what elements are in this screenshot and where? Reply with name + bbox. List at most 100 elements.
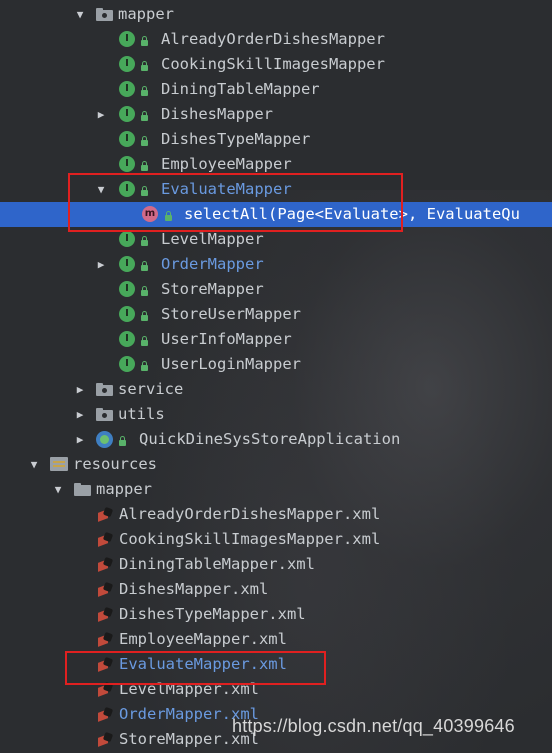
lock-icon <box>119 436 126 447</box>
tree-row-label: selectAll(Page<Evaluate>, EvaluateQu <box>184 205 520 223</box>
interface-icon: I <box>119 81 135 97</box>
tree-row-xml-file[interactable]: LevelMapper.xml <box>0 677 552 702</box>
tree-row-mapper-package[interactable]: ▼ mapper <box>0 2 552 27</box>
lock-icon <box>165 211 172 222</box>
tree-row-label: DishesTypeMapper.xml <box>119 605 306 623</box>
lock-icon <box>141 336 148 347</box>
tree-row-label: utils <box>118 405 165 423</box>
interface-icon: I <box>119 281 135 297</box>
xml-file-icon <box>97 507 113 523</box>
tree-row-dishesmapper[interactable]: ▶ I DishesMapper <box>0 102 552 127</box>
expanded-arrow-icon[interactable]: ▼ <box>94 183 108 197</box>
tree-row-label: LevelMapper <box>161 230 264 248</box>
lock-icon <box>141 311 148 322</box>
tree-row-label: DishesTypeMapper <box>161 130 311 148</box>
watermark-text: https://blog.csdn.net/qq_40399646 <box>232 716 515 736</box>
tree-row-label: DiningTableMapper <box>161 80 320 98</box>
tree-row-label: EmployeeMapper <box>161 155 292 173</box>
tree-row-xml-file[interactable]: DiningTableMapper.xml <box>0 552 552 577</box>
xml-file-icon <box>97 632 113 648</box>
tree-row-diningtablemapper[interactable]: I DiningTableMapper <box>0 77 552 102</box>
lock-icon <box>141 111 148 122</box>
xml-file-icon <box>97 582 113 598</box>
lock-icon <box>141 36 148 47</box>
tree-row-label: AlreadyOrderDishesMapper.xml <box>119 505 381 523</box>
tree-row-xml-file[interactable]: EvaluateMapper.xml <box>0 652 552 677</box>
collapsed-arrow-icon[interactable]: ▶ <box>94 258 108 272</box>
xml-file-icon <box>97 682 113 698</box>
tree-row-employeemapper[interactable]: I EmployeeMapper <box>0 152 552 177</box>
tree-row-label: resources <box>73 455 157 473</box>
tree-row-label: EmployeeMapper.xml <box>119 630 287 648</box>
tree-row-evaluatemapper[interactable]: ▼ I EvaluateMapper <box>0 177 552 202</box>
interface-icon: I <box>119 156 135 172</box>
tree-row-xml-file[interactable]: EmployeeMapper.xml <box>0 627 552 652</box>
tree-row-label: UserInfoMapper <box>161 330 292 348</box>
expanded-arrow-icon[interactable]: ▼ <box>51 483 65 497</box>
xml-file-icon <box>97 532 113 548</box>
interface-icon: I <box>119 56 135 72</box>
tree-row-userinfomapper[interactable]: I UserInfoMapper <box>0 327 552 352</box>
tree-row-label: UserLoginMapper <box>161 355 301 373</box>
interface-icon: I <box>119 331 135 347</box>
lock-icon <box>141 86 148 97</box>
interface-icon: I <box>119 106 135 122</box>
lock-icon <box>141 236 148 247</box>
xml-file-icon <box>97 707 113 723</box>
folder-icon <box>96 383 113 396</box>
collapsed-arrow-icon[interactable]: ▶ <box>73 433 87 447</box>
tree-row-label: service <box>118 380 184 398</box>
xml-file-icon <box>97 607 113 623</box>
tree-row-ordermapper[interactable]: ▶ I OrderMapper <box>0 252 552 277</box>
tree-row-utils-package[interactable]: ▶ utils <box>0 402 552 427</box>
tree-row-label: DishesMapper <box>161 105 273 123</box>
tree-row-xml-file[interactable]: AlreadyOrderDishesMapper.xml <box>0 502 552 527</box>
interface-icon: I <box>119 131 135 147</box>
interface-icon: I <box>119 31 135 47</box>
tree-row-label: CookingSkillImagesMapper <box>161 55 385 73</box>
tree-row-userloginmapper[interactable]: I UserLoginMapper <box>0 352 552 377</box>
tree-row-label: AlreadyOrderDishesMapper <box>161 30 385 48</box>
collapsed-arrow-icon[interactable]: ▶ <box>73 408 87 422</box>
tree-row-resources-folder[interactable]: ▼ resources <box>0 452 552 477</box>
spring-app-icon <box>96 431 113 448</box>
tree-row-xml-file[interactable]: DishesMapper.xml <box>0 577 552 602</box>
lock-icon <box>141 161 148 172</box>
tree-row-levelmapper[interactable]: I LevelMapper <box>0 227 552 252</box>
lock-icon <box>141 261 148 272</box>
collapsed-arrow-icon[interactable]: ▶ <box>94 108 108 122</box>
tree-row-label: DiningTableMapper.xml <box>119 555 315 573</box>
tree-row-alreadyorderdishesmapper[interactable]: I AlreadyOrderDishesMapper <box>0 27 552 52</box>
tree-row-label: StoreUserMapper <box>161 305 301 323</box>
tree-row-xml-file[interactable]: CookingSkillImagesMapper.xml <box>0 527 552 552</box>
tree-row-label: EvaluateMapper.xml <box>119 655 287 673</box>
tree-row-label: CookingSkillImagesMapper.xml <box>119 530 381 548</box>
xml-file-icon <box>97 732 113 748</box>
tree-row-label: LevelMapper.xml <box>119 680 259 698</box>
tree-row-storeusermapper[interactable]: I StoreUserMapper <box>0 302 552 327</box>
tree-row-label: StoreMapper <box>161 280 264 298</box>
tree-row-label: DishesMapper.xml <box>119 580 269 598</box>
expanded-arrow-icon[interactable]: ▼ <box>73 8 87 22</box>
tree-row-service-package[interactable]: ▶ service <box>0 377 552 402</box>
interface-icon: I <box>119 356 135 372</box>
interface-icon: I <box>119 256 135 272</box>
tree-row-cookingskillimagesmapper[interactable]: I CookingSkillImagesMapper <box>0 52 552 77</box>
lock-icon <box>141 136 148 147</box>
tree-row-label: mapper <box>118 5 174 23</box>
tree-row-xml-file[interactable]: DishesTypeMapper.xml <box>0 602 552 627</box>
tree-row-selectall-method[interactable]: m selectAll(Page<Evaluate>, EvaluateQu <box>0 202 552 227</box>
lock-icon <box>141 361 148 372</box>
interface-icon: I <box>119 231 135 247</box>
tree-row-label: QuickDineSysStoreApplication <box>139 430 401 448</box>
tree-row-application-class[interactable]: ▶ QuickDineSysStoreApplication <box>0 427 552 452</box>
interface-icon: I <box>119 306 135 322</box>
interface-icon: I <box>119 181 135 197</box>
collapsed-arrow-icon[interactable]: ▶ <box>73 383 87 397</box>
tree-row-resources-mapper-folder[interactable]: ▼ mapper <box>0 477 552 502</box>
tree-row-storemapper[interactable]: I StoreMapper <box>0 277 552 302</box>
tree-row-dishestypemapper[interactable]: I DishesTypeMapper <box>0 127 552 152</box>
expanded-arrow-icon[interactable]: ▼ <box>27 458 41 472</box>
xml-file-icon <box>97 657 113 673</box>
lock-icon <box>141 286 148 297</box>
